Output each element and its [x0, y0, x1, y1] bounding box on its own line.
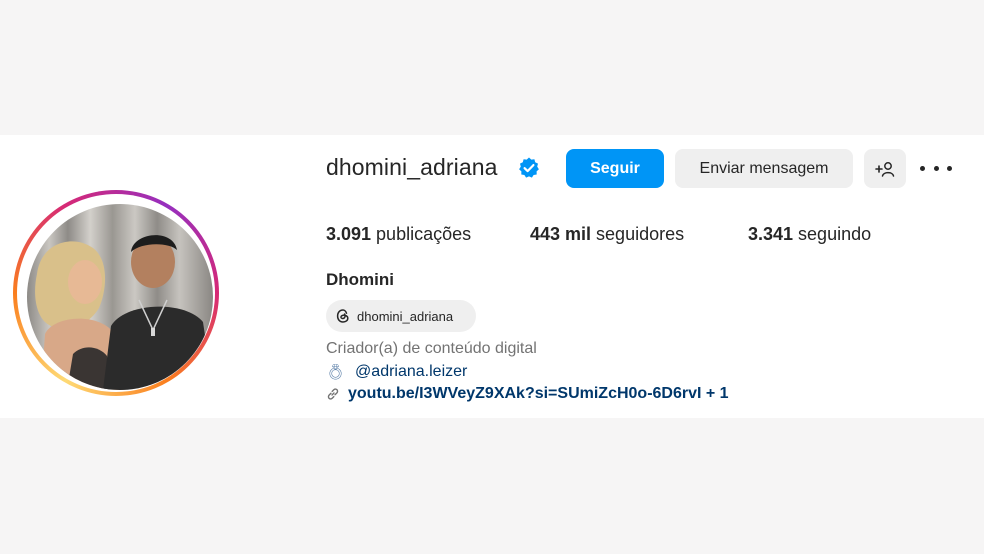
story-ring[interactable]	[13, 190, 219, 396]
following-link[interactable]: 3.341 seguindo	[748, 224, 871, 245]
ring-icon: 💍︎	[326, 364, 346, 381]
profile-username: dhomini_adriana	[326, 154, 498, 180]
threads-icon	[336, 309, 349, 323]
threads-handle: dhomini_adriana	[357, 308, 454, 324]
bio-link-row: youtu.be/I3WVeyZ9XAk?si=SUmiZcH0o-6D6rvI…	[326, 385, 729, 403]
follow-button[interactable]: Seguir	[566, 149, 664, 188]
bio-mention-row: 💍︎ @adriana.leizer	[326, 363, 467, 381]
avatar-photo	[35, 235, 213, 390]
more-options-icon[interactable]	[920, 160, 952, 176]
bio-external-link[interactable]: youtu.be/I3WVeyZ9XAk?si=SUmiZcH0o-6D6rvI…	[348, 385, 729, 403]
posts-count: 3.091 publicações	[326, 224, 472, 244]
bio-mention-link[interactable]: @adriana.leizer	[355, 363, 467, 381]
link-icon	[327, 388, 339, 400]
suggested-accounts-button[interactable]	[864, 149, 906, 188]
threads-badge[interactable]: dhomini_adriana	[326, 300, 476, 332]
add-person-icon	[875, 161, 895, 177]
verified-badge-icon	[519, 157, 539, 178]
followers-link[interactable]: 443 mil seguidores	[530, 224, 684, 245]
profile-full-name: Dhomini	[326, 270, 394, 289]
send-message-button[interactable]: Enviar mensagem	[675, 149, 853, 188]
profile-category: Criador(a) de conteúdo digital	[326, 340, 537, 357]
profile-avatar[interactable]	[27, 204, 213, 390]
